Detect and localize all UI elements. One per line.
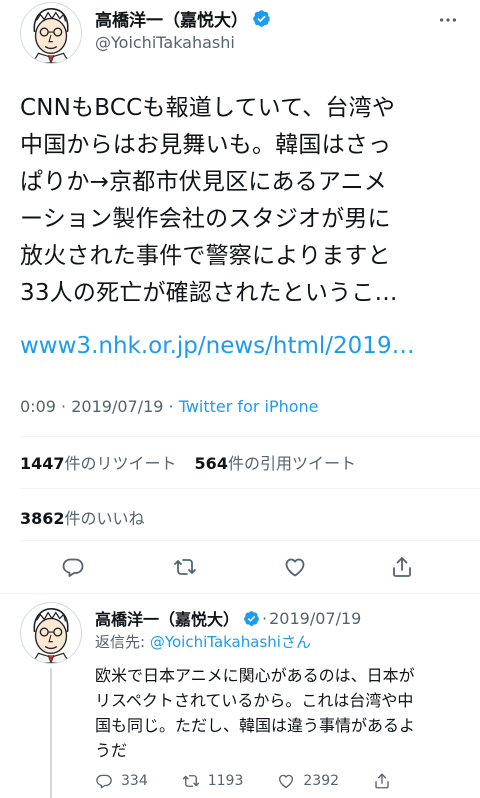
reply-author-name[interactable]: 高橋洋一（嘉悦大） <box>95 606 239 630</box>
reply-reply-button[interactable]: 334 <box>95 772 148 790</box>
like-button[interactable] <box>281 553 309 581</box>
reply-share-button[interactable] <box>373 772 399 790</box>
likes-count: 3862 <box>20 509 65 528</box>
quotes-label: 件の引用ツイート <box>227 454 356 473</box>
reply-dot: · <box>262 608 268 628</box>
tweet-meta: 0:09 · 2019/07/19 · Twitter for iPhone <box>20 397 319 416</box>
reply-count: 334 <box>121 773 148 789</box>
reply-icon <box>62 558 84 577</box>
thread-line <box>50 668 52 798</box>
meta-separator: · <box>168 397 174 416</box>
divider <box>0 593 480 594</box>
tweet-text-line: 放火された事件で警察によりますと <box>20 243 391 269</box>
reply-text-line: うだ <box>95 741 128 760</box>
divider <box>20 436 480 437</box>
reply-like-button[interactable]: 2392 <box>277 772 339 790</box>
reply-icon <box>96 774 112 789</box>
reply-header: 高橋洋一（嘉悦大） · 2019/07/19 <box>95 606 361 630</box>
quotes-count: 564 <box>194 454 228 473</box>
reply-retweet-button[interactable]: 1193 <box>182 772 244 790</box>
retweet-button[interactable] <box>171 553 199 581</box>
author-display-name[interactable]: 高橋洋一（嘉悦大） <box>95 6 248 31</box>
retweet-count: 1193 <box>207 773 244 789</box>
share-button[interactable] <box>388 553 416 581</box>
retweet-icon <box>174 559 196 575</box>
more-options-icon <box>439 18 457 22</box>
replying-to-mention[interactable]: @YoichiTakahashi <box>150 633 281 651</box>
author-handle[interactable]: @YoichiTakahashi <box>95 33 235 52</box>
tweet-text-line: CNNもBCCも報道していて、台湾や <box>20 95 396 121</box>
heart-icon <box>285 558 305 577</box>
retweets-label: 件のリツイート <box>64 454 177 473</box>
tweet-link[interactable]: www3.nhk.or.jp/news/html/2019… <box>20 328 415 365</box>
divider <box>20 540 480 541</box>
stats-row: 1447件のリツイート 564件の引用ツイート <box>20 450 356 474</box>
caricature-avatar-image <box>21 3 81 63</box>
reply-date[interactable]: 2019/07/19 <box>269 609 361 628</box>
tweet-text-line: 中国からはお見舞いも。韓国はさっ <box>20 132 392 158</box>
replying-to-prefix: 返信先: <box>95 633 150 651</box>
heart-icon <box>279 774 294 789</box>
reply-action-bar: 334 1193 2392 <box>95 772 399 790</box>
divider <box>20 488 480 489</box>
retweets-count: 1447 <box>20 454 65 473</box>
retweet-icon <box>182 775 199 787</box>
more-options-button[interactable] <box>434 10 462 30</box>
likes-label: 件のいいね <box>64 509 145 528</box>
tweet-action-bar <box>0 553 480 583</box>
quotes-stat[interactable]: 564件の引用ツイート <box>195 450 356 474</box>
reply-text-line: 国も同じ。ただし、韓国は違う事情があるよ <box>95 716 416 735</box>
reply-text-line: 欧米で日本アニメに関心があるのは、日本が <box>95 666 415 685</box>
like-count: 2392 <box>303 773 340 789</box>
replying-to-suffix: さん <box>280 633 311 651</box>
tweet-source[interactable]: Twitter for iPhone <box>179 397 319 416</box>
verified-badge-icon <box>243 610 260 627</box>
likes-stat[interactable]: 3862件のいいね <box>20 509 145 528</box>
reply-text-line: リスペクトされているから。これは台湾や中 <box>95 691 414 710</box>
retweets-stat[interactable]: 1447件のリツイート <box>20 450 177 474</box>
meta-separator: · <box>61 397 67 416</box>
tweet-text: CNNもBCCも報道していて、台湾や 中国からはお見舞いも。韓国はさっ ぱりか→… <box>20 90 460 312</box>
replying-to: 返信先: @YoichiTakahashiさん <box>95 631 311 652</box>
reply-author-avatar[interactable] <box>20 602 82 664</box>
reply-button[interactable] <box>59 553 87 581</box>
tweet-time[interactable]: 0:09 <box>20 397 56 416</box>
share-icon <box>393 557 411 577</box>
likes-row: 3862件のいいね <box>20 505 145 529</box>
tweet-text-line: ぱりか→京都市伏見区にあるアニメ <box>20 169 388 195</box>
tweet-text-line: ーション製作会社のスタジオが男に <box>20 206 391 232</box>
author-name-row: 高橋洋一（嘉悦大） <box>95 6 271 31</box>
author-avatar[interactable] <box>20 2 82 64</box>
share-icon <box>375 773 389 789</box>
verified-badge-icon <box>252 9 271 28</box>
caricature-avatar-image <box>21 603 81 663</box>
tweet-date[interactable]: 2019/07/19 <box>71 397 163 416</box>
tweet-text-line: 33人の死亡が確認されたというこ… <box>20 280 398 306</box>
reply-text: 欧米で日本アニメに関心があるのは、日本が リスペクトされているから。これは台湾や… <box>95 663 465 763</box>
